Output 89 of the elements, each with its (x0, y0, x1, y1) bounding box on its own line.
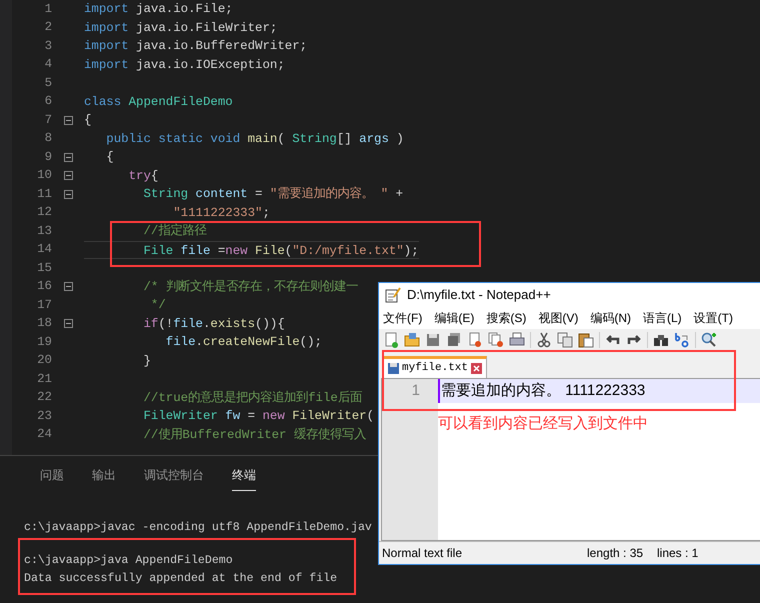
panel-tab[interactable]: 终端 (232, 464, 256, 491)
line-number: 21 (36, 370, 52, 388)
code-line: FileWriter fw = new FileWriter( (142, 408, 374, 425)
line-number: 8 (44, 130, 52, 148)
code-line: public static void main( String[] args ) (105, 130, 404, 148)
line-number: 2 (44, 19, 52, 36)
code-line: import java.io.IOException; (84, 56, 285, 74)
panel-tab[interactable]: 输出 (92, 464, 116, 491)
line-number: 15 (36, 260, 52, 277)
zoom-in-icon[interactable] (701, 332, 717, 348)
panel-tab[interactable]: 调试控制台 (144, 464, 204, 491)
binoculars-icon[interactable] (653, 332, 669, 348)
line-number: 23 (36, 408, 52, 425)
menu-item[interactable]: 搜索(S) (486, 308, 526, 326)
code-line: "1111222333"; (172, 204, 270, 222)
fold-icon[interactable] (64, 171, 72, 180)
line-number: 22 (36, 389, 52, 406)
new-file-icon[interactable] (383, 332, 399, 348)
line-number: 1 (410, 381, 420, 401)
terminal-line: Data successfully appended at the end of file (24, 571, 338, 587)
code-line: { (84, 112, 92, 129)
line-number: 24 (36, 426, 52, 444)
cut-icon[interactable] (536, 332, 552, 348)
menu-item[interactable]: 视图(V) (538, 308, 578, 326)
line-number: 11 (36, 186, 52, 203)
window-title: D:\myfile.txt - Notepad++ (407, 286, 551, 304)
replace-icon[interactable] (674, 332, 690, 348)
code-line: //使用BufferedWriter 缓存使得写入 (142, 426, 366, 444)
status-lines: lines : 1 (657, 545, 698, 562)
notepad-icon (385, 286, 401, 302)
code-line: try{ (128, 168, 158, 184)
code-line: { (105, 149, 114, 166)
line-number: 12 (36, 204, 52, 222)
panel-tab[interactable]: 问题 (40, 464, 64, 491)
code-line: if(!file.exists()){ (142, 316, 285, 332)
copy-icon[interactable] (557, 332, 573, 348)
code-line: class AppendFileDemo (84, 94, 233, 110)
status-length: length : 35 (587, 545, 644, 562)
code-line: file.createNewFile(); (164, 334, 322, 351)
text-line: 需要追加的内容。 1111222333 (441, 382, 646, 399)
line-number: 1 (44, 0, 52, 18)
fold-icon[interactable] (64, 116, 72, 125)
close-all-icon[interactable] (488, 332, 504, 348)
line-number: 7 (44, 112, 52, 129)
line-number: 10 (36, 167, 52, 184)
printer-icon[interactable] (509, 332, 525, 348)
file-tab[interactable]: myfile.txt (383, 356, 488, 378)
code-line: } (142, 352, 151, 370)
paste-icon[interactable] (578, 332, 594, 348)
menu-item[interactable]: 编码(N) (590, 308, 631, 326)
code-line: /* 判断文件是否存在，不存在则创建一 (142, 278, 358, 296)
open-folder-icon[interactable] (404, 332, 420, 348)
fold-icon[interactable] (64, 282, 72, 292)
save-all-icon[interactable] (446, 332, 462, 348)
line-number: 20 (36, 352, 52, 370)
code-line: import java.io.File; (84, 1, 233, 18)
code-line: */ (150, 297, 166, 314)
menu-item[interactable]: 编辑(E) (434, 308, 474, 326)
line-number: 13 (36, 222, 52, 240)
code-line: String content = "需要追加的内容。 " + (142, 186, 404, 203)
line-number: 5 (44, 74, 52, 92)
menu-item[interactable]: 文件(F) (383, 308, 422, 326)
line-number: 18 (36, 315, 52, 332)
terminal-line: c:\javaapp>javac -encoding utf8 AppendFileDemo.jav (24, 520, 372, 536)
line-number: 16 (36, 278, 52, 296)
fold-icon[interactable] (64, 319, 72, 328)
code-line: import java.io.BufferedWriter; (84, 38, 308, 55)
close-file-icon[interactable] (467, 332, 483, 348)
line-number: 6 (44, 93, 52, 110)
line-number: 3 (44, 38, 52, 55)
line-number: 19 (36, 334, 52, 351)
status-file-type: Normal text file (382, 545, 464, 562)
code-line: File file =new File("D:/myfile.txt"); (84, 240, 419, 259)
menu-item[interactable]: 语言(L) (643, 308, 682, 326)
save-icon[interactable] (425, 332, 441, 348)
close-icon[interactable] (471, 363, 482, 374)
line-number: 14 (36, 241, 52, 258)
code-line: //指定路径 (142, 222, 206, 240)
save-icon (388, 363, 399, 374)
line-number: 4 (44, 56, 52, 74)
code-line: import java.io.FileWriter; (84, 20, 278, 36)
line-number: 17 (36, 296, 52, 314)
fold-icon[interactable] (64, 152, 72, 162)
terminal-line: c:\javaapp>java AppendFileDemo (24, 553, 233, 569)
annotation-text: 可以看到内容已经写入到文件中 (438, 414, 649, 434)
line-number: 9 (44, 148, 52, 166)
menu-item[interactable]: 设置(T) (694, 308, 733, 326)
code-line: //true的意思是把内容追加到file后面 (142, 390, 362, 406)
fold-icon[interactable] (64, 190, 72, 199)
